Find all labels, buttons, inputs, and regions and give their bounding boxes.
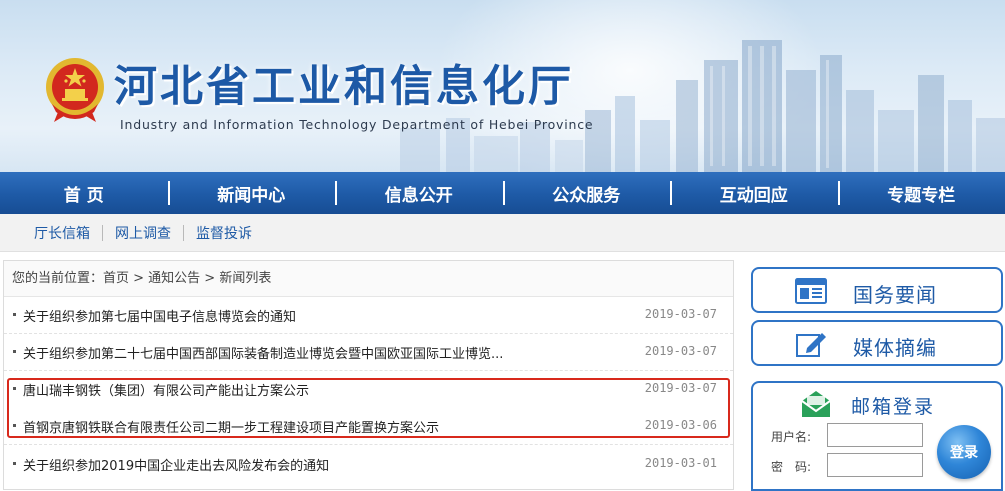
- nav-item-public-service[interactable]: 公众服务: [503, 172, 671, 214]
- sub-nav-complaints[interactable]: 监督投诉: [184, 223, 264, 243]
- edit-icon: [795, 331, 827, 357]
- bullet-icon: [13, 387, 16, 390]
- password-input[interactable]: [827, 453, 923, 477]
- list-item: 首钢京唐钢铁联合有限责任公司二期一步工程建设项目产能置换方案公示 2019-03…: [4, 408, 733, 445]
- news-date: 2019-03-07: [645, 344, 717, 358]
- media-digest-label: 媒体摘编: [853, 332, 937, 361]
- list-item: 关于组织参加第二十七届中国西部国际装备制造业博览会暨中国欧亚国际工业博览... …: [4, 334, 733, 371]
- news-title-link[interactable]: 关于组织参加第七届中国电子信息博览会的通知: [23, 306, 296, 325]
- list-item: 关于组织参加第七届中国电子信息博览会的通知 2019-03-07: [4, 297, 733, 334]
- site-subtitle: Industry and Information Technology Depa…: [120, 117, 593, 132]
- username-input[interactable]: [827, 423, 923, 447]
- breadcrumb: 您的当前位置：首页 > 通知公告 > 新闻列表: [4, 261, 733, 297]
- news-date: 2019-03-07: [645, 307, 717, 321]
- bullet-icon: [13, 350, 16, 353]
- media-digest-button[interactable]: 媒体摘编: [751, 320, 1003, 366]
- nav-item-interaction[interactable]: 互动回应: [670, 172, 838, 214]
- state-council-news-button[interactable]: 国务要闻: [751, 267, 1003, 313]
- username-label: 用户名:: [771, 428, 811, 445]
- list-item: 唐山瑞丰钢铁（集团）有限公司产能出让方案公示 2019-03-07: [4, 371, 733, 408]
- login-button[interactable]: 登录: [937, 425, 991, 479]
- state-council-news-label: 国务要闻: [853, 279, 937, 308]
- news-title-link[interactable]: 关于组织参加2019中国企业走出去风险发布会的通知: [23, 455, 329, 474]
- news-title-link[interactable]: 唐山瑞丰钢铁（集团）有限公司产能出让方案公示: [23, 380, 309, 399]
- nav-item-home[interactable]: 首 页: [0, 172, 168, 214]
- list-item: 关于组织参加2019中国企业走出去风险发布会的通知 2019-03-01: [4, 446, 733, 483]
- nav-item-news-center[interactable]: 新闻中心: [168, 172, 336, 214]
- news-date: 2019-03-01: [645, 456, 717, 470]
- sub-nav-director-mailbox[interactable]: 厅长信箱: [22, 223, 102, 243]
- bullet-icon: [13, 313, 16, 316]
- news-title-link[interactable]: 关于组织参加第二十七届中国西部国际装备制造业博览会暨中国欧亚国际工业博览...: [23, 343, 503, 362]
- password-label: 密 码:: [771, 458, 811, 475]
- bullet-icon: [13, 462, 16, 465]
- envelope-icon: [800, 389, 832, 419]
- national-emblem-icon: [44, 56, 106, 126]
- news-list-panel: 您的当前位置：首页 > 通知公告 > 新闻列表 关于组织参加第七届中国电子信息博…: [3, 260, 734, 490]
- news-date: 2019-03-06: [645, 418, 717, 432]
- main-nav: 首 页 新闻中心 信息公开 公众服务 互动回应 专题专栏: [0, 172, 1005, 214]
- sub-nav: 厅长信箱 网上调查 监督投诉: [0, 214, 1005, 252]
- mail-login-title: 邮箱登录: [851, 392, 935, 419]
- news-title-link[interactable]: 首钢京唐钢铁联合有限责任公司二期一步工程建设项目产能置换方案公示: [23, 417, 439, 436]
- site-title: 河北省工业和信息化厅: [114, 52, 574, 114]
- mail-login-panel: 邮箱登录 用户名: 密 码: 登录: [751, 381, 1003, 491]
- site-banner: 河北省工业和信息化厅 Industry and Information Tech…: [0, 0, 1005, 172]
- sub-nav-online-survey[interactable]: 网上调查: [103, 223, 183, 243]
- nav-item-special-topics[interactable]: 专题专栏: [838, 172, 1005, 214]
- bullet-icon: [13, 424, 16, 427]
- newspaper-icon: [795, 278, 827, 304]
- nav-item-info-disclosure[interactable]: 信息公开: [335, 172, 503, 214]
- news-date: 2019-03-07: [645, 381, 717, 395]
